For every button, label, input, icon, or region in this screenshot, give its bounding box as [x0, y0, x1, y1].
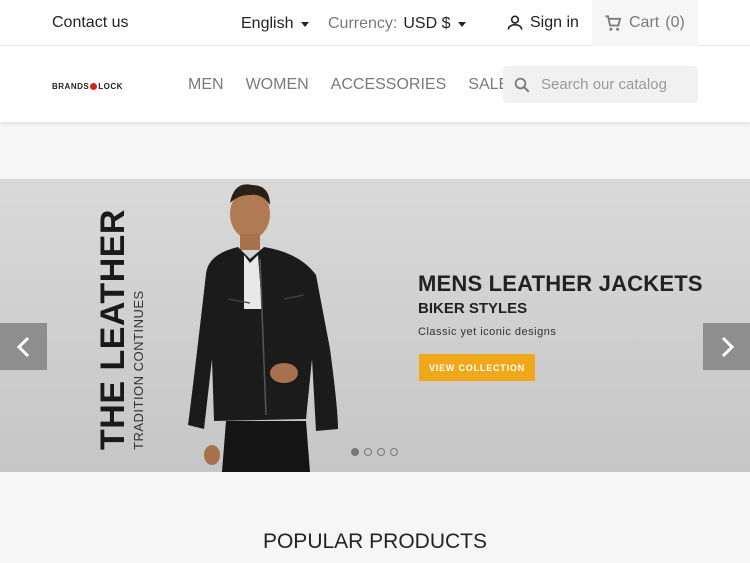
carousel-dot[interactable] — [390, 448, 398, 456]
currency-value: USD $ — [403, 15, 451, 32]
carousel-next-button[interactable] — [703, 323, 750, 370]
language-selector[interactable]: English — [241, 15, 310, 33]
currency-label: Currency: — [328, 15, 398, 32]
currency-selector[interactable]: Currency: USD $ — [328, 15, 467, 33]
contact-us-link[interactable]: Contact us — [52, 14, 128, 32]
nav-item-women[interactable]: WOMEN — [246, 76, 309, 94]
language-label: English — [241, 15, 294, 32]
vertical-title-main: THE LEATHER — [94, 209, 132, 450]
main-nav: MEN WOMEN ACCESSORIES SALE — [188, 76, 509, 94]
nav-item-accessories[interactable]: ACCESSORIES — [331, 76, 447, 94]
cart-button[interactable]: Cart (0) — [592, 0, 698, 46]
chevron-down-icon — [458, 21, 467, 27]
slide-subtitle: BIKER STYLES — [418, 300, 528, 317]
cart-icon — [605, 15, 622, 31]
search-input[interactable] — [541, 76, 691, 93]
search-box — [503, 66, 698, 103]
carousel-dot[interactable] — [377, 448, 385, 456]
search-icon[interactable] — [513, 76, 531, 94]
popular-products-heading: POPULAR PRODUCTS — [262, 530, 488, 553]
vertical-title: THE LEATHER TRADITION CONTINUES — [94, 209, 147, 450]
nav-item-men[interactable]: MEN — [188, 76, 224, 94]
top-bar: Contact us English Currency: USD $ Sign … — [0, 0, 750, 46]
chevron-right-icon — [721, 336, 734, 357]
cart-label: Cart — [629, 14, 660, 31]
sign-in-label: Sign in — [530, 14, 579, 31]
slide-title: MENS LEATHER JACKETS — [418, 271, 703, 296]
carousel-dot[interactable] — [364, 448, 372, 456]
chevron-left-icon — [16, 336, 29, 357]
user-icon — [507, 15, 523, 30]
chevron-down-icon — [301, 21, 310, 27]
carousel-dot[interactable] — [351, 448, 359, 456]
brand-logo[interactable]: BRANDS LOCK — [52, 82, 123, 91]
model-jacket-image — [188, 184, 338, 472]
lock-icon — [90, 83, 98, 90]
hero-carousel: THE LEATHER TRADITION CONTINUES MENS LEA… — [0, 179, 750, 472]
slide-caption: MENS LEATHER JACKETS BIKER STYLES Classi… — [418, 271, 703, 338]
view-collection-button[interactable]: VIEW COLLECTION — [419, 354, 535, 381]
logo-text-right: LOCK — [98, 82, 123, 91]
carousel-prev-button[interactable] — [0, 323, 47, 370]
cart-count: (0) — [665, 14, 685, 31]
slide-description: Classic yet iconic designs — [418, 326, 557, 338]
carousel-indicators — [351, 448, 398, 456]
logo-text-left: BRANDS — [52, 82, 90, 91]
sign-in-link[interactable]: Sign in — [505, 13, 579, 33]
vertical-title-sub: TRADITION CONTINUES — [131, 290, 146, 450]
main-header: BRANDS LOCK MEN WOMEN ACCESSORIES SALE — [0, 46, 750, 122]
